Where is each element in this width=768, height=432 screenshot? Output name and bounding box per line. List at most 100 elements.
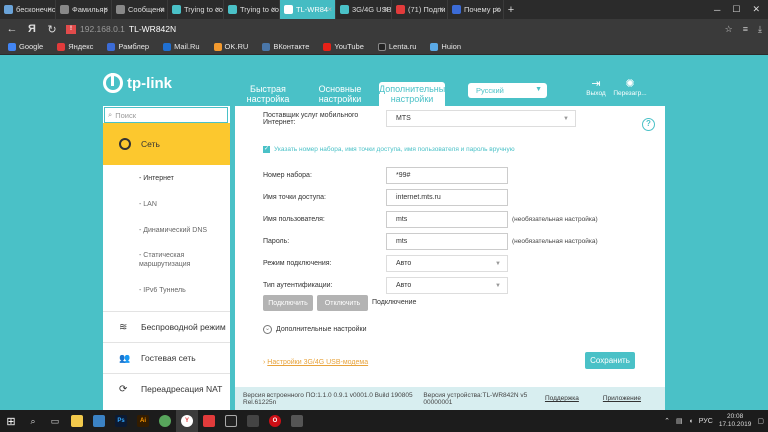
- bookmark-rambler[interactable]: Рамблер: [107, 42, 149, 51]
- usb-modem-settings-link[interactable]: › Настройки 3G/4G USB-модема: [263, 359, 368, 366]
- maximize-icon[interactable]: ☐: [732, 4, 740, 15]
- new-tab-button[interactable]: +: [504, 4, 518, 16]
- bookmark-icon[interactable]: ☆: [725, 24, 733, 35]
- connect-button[interactable]: Подключить: [263, 295, 313, 311]
- search-input[interactable]: ⌕ Поиск: [104, 107, 228, 123]
- sidebar-subitem-lan[interactable]: - LAN: [139, 191, 230, 217]
- apn-input[interactable]: internet.mts.ru: [386, 189, 508, 206]
- google-icon: [8, 42, 16, 51]
- language-select[interactable]: Русский ▼: [468, 83, 547, 98]
- tab-quick-setup[interactable]: Быстрая настройка: [235, 82, 301, 106]
- url-field[interactable]: ! 192.168.0.1 TL-WR842N: [66, 24, 176, 34]
- sidebar-item-nat[interactable]: ⟳ Переадресация NAT: [103, 374, 230, 404]
- bookmark-youtube[interactable]: YouTube: [323, 42, 364, 51]
- auth-type-select[interactable]: Авто ▼: [386, 277, 508, 294]
- task-view-icon[interactable]: ▭: [44, 410, 66, 432]
- bookmark-google[interactable]: Google: [8, 42, 43, 51]
- connection-status: Подключение: [372, 299, 417, 306]
- search-icon[interactable]: ⌕: [22, 410, 44, 432]
- tab-favicon-icon: [452, 5, 461, 14]
- manual-settings-checkbox[interactable]: ✓ Указать номер набора, имя точки доступ…: [263, 146, 515, 153]
- browser-tab[interactable]: Почему ро ×: [448, 0, 504, 19]
- provider-select[interactable]: MTS ▼: [386, 110, 576, 127]
- advanced-settings-toggle[interactable]: ⌄ Дополнительные настройки: [263, 325, 367, 334]
- browser-tab[interactable]: Trying to co ×: [224, 0, 280, 19]
- bookmark-yandex[interactable]: Яндекс: [57, 42, 93, 51]
- red-app-icon: [203, 415, 215, 427]
- file-explorer-icon[interactable]: [66, 410, 88, 432]
- sidebar-item-wireless[interactable]: ≋ Беспроводной режим: [103, 312, 230, 342]
- opera-icon[interactable]: O: [264, 410, 286, 432]
- sidebar-item-guest[interactable]: 👥 Гостевая сеть: [103, 343, 230, 373]
- ps-icon: Ps: [115, 415, 127, 427]
- close-icon[interactable]: ×: [383, 5, 388, 14]
- language-indicator[interactable]: РУС: [699, 418, 713, 425]
- browser-tab[interactable]: 3G/4G USB ×: [336, 0, 392, 19]
- browser-tab[interactable]: бесконечно ×: [0, 0, 56, 19]
- browser-tab[interactable]: (71) Подпи ×: [392, 0, 448, 19]
- illustrator-icon[interactable]: Ai: [132, 410, 154, 432]
- store-icon[interactable]: [88, 410, 110, 432]
- connection-mode-select[interactable]: Авто ▼: [386, 255, 508, 272]
- tab-basic[interactable]: Основные настройки: [307, 82, 373, 106]
- bookmark-mailru[interactable]: Mail.Ru: [163, 42, 200, 51]
- notifications-icon[interactable]: ▢: [757, 417, 764, 425]
- reboot-button[interactable]: ✺ Перезагр...: [612, 78, 648, 97]
- app-icon[interactable]: [220, 410, 242, 432]
- app-icon[interactable]: [198, 410, 220, 432]
- app-link[interactable]: Приложение: [603, 395, 641, 402]
- photoshop-icon[interactable]: Ps: [110, 410, 132, 432]
- reboot-icon: ✺: [625, 78, 635, 90]
- save-button[interactable]: Сохранить: [585, 352, 635, 369]
- close-icon[interactable]: ×: [47, 5, 52, 14]
- username-input[interactable]: mts: [386, 211, 508, 228]
- minimize-icon[interactable]: ─: [714, 5, 720, 15]
- help-icon[interactable]: ?: [642, 118, 655, 131]
- sidebar-subitem-static-routing[interactable]: - Статическая маршрутизация: [139, 243, 230, 277]
- browser-tab[interactable]: Фамильяр ×: [56, 0, 112, 19]
- firmware-version: Версия встроенного ПО:1.1.0 0.9.1 v0001.…: [243, 391, 413, 406]
- close-icon[interactable]: ×: [271, 5, 276, 14]
- back-icon[interactable]: ←: [6, 23, 18, 35]
- app-icon[interactable]: [242, 410, 264, 432]
- clock[interactable]: 20:08 17.10.2019: [719, 413, 752, 429]
- auth-label: Тип аутентификации:: [263, 282, 333, 289]
- close-icon[interactable]: ×: [439, 5, 444, 14]
- disconnect-button[interactable]: Отключить: [317, 295, 368, 311]
- bookmark-lenta[interactable]: Lenta.ru: [377, 42, 416, 51]
- logout-button[interactable]: ⇥ Выход: [578, 78, 614, 97]
- users-icon: 👥: [119, 352, 131, 363]
- app-icon[interactable]: [154, 410, 176, 432]
- password-input[interactable]: mts: [386, 233, 508, 250]
- windows-start-icon[interactable]: ⊞: [0, 410, 22, 432]
- close-icon[interactable]: ×: [495, 5, 500, 14]
- download-icon[interactable]: ⤓: [758, 24, 762, 35]
- browser-tab-active[interactable]: TL-WR84 ×: [280, 0, 336, 19]
- close-icon[interactable]: ×: [103, 5, 108, 14]
- browser-tab[interactable]: Trying to co ×: [168, 0, 224, 19]
- chevron-up-icon[interactable]: ⌃: [664, 417, 670, 425]
- tab-favicon-icon: [4, 5, 13, 14]
- bookmark-huion[interactable]: Huion: [430, 42, 461, 51]
- support-link[interactable]: Поддержка: [545, 395, 579, 402]
- close-icon[interactable]: ×: [215, 5, 220, 14]
- bookmark-ok[interactable]: OK.RU: [213, 42, 248, 51]
- reload-icon[interactable]: ↻: [46, 23, 58, 36]
- sidebar-item-network[interactable]: Сеть: [103, 123, 230, 165]
- close-icon[interactable]: ×: [327, 5, 332, 14]
- sidebar-subitem-ipv6-tunnel[interactable]: - IPv6 Туннель: [139, 277, 230, 303]
- menu-icon[interactable]: ≡: [743, 24, 748, 34]
- sidebar-subitem-ddns[interactable]: - Динамический DNS: [139, 217, 230, 243]
- dial-number-input[interactable]: *99#: [386, 167, 508, 184]
- sidebar-subitem-internet[interactable]: - Интернет: [139, 165, 230, 191]
- volume-icon[interactable]: ◖: [689, 418, 693, 425]
- app-icon[interactable]: [286, 410, 308, 432]
- browser-tab[interactable]: Сообщени ×: [112, 0, 168, 19]
- close-icon[interactable]: ×: [159, 5, 164, 14]
- yandex-browser-taskbar[interactable]: Y: [176, 410, 198, 432]
- tab-advanced[interactable]: Дополнительные настройки: [379, 82, 450, 106]
- close-window-icon[interactable]: ✕: [752, 4, 760, 15]
- bookmark-vk[interactable]: ВКонтакте: [262, 42, 309, 51]
- network-icon[interactable]: ▤: [676, 417, 683, 425]
- yandex-icon[interactable]: Я: [26, 23, 38, 35]
